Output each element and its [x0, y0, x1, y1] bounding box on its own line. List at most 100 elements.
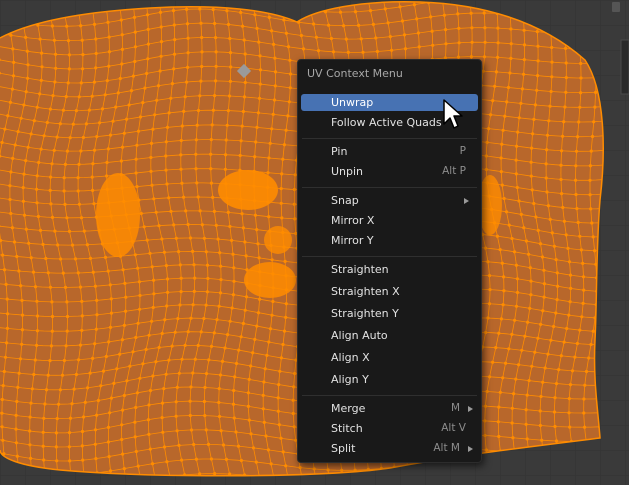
mesh-vertex — [172, 223, 176, 227]
mesh-vertex — [214, 223, 218, 227]
mesh-vertex — [55, 135, 59, 139]
mesh-vertex — [204, 428, 208, 432]
mesh-vertex — [206, 442, 211, 446]
menu-item-straighten-x[interactable]: Straighten X — [301, 283, 478, 300]
menu-item-stitch[interactable]: Stitch Alt V — [301, 420, 478, 437]
mesh-vertex — [125, 379, 129, 383]
mesh-vertex — [554, 311, 558, 315]
mesh-vertex — [186, 36, 190, 40]
mesh-vertex — [51, 94, 55, 98]
mesh-vertex — [244, 254, 248, 258]
mesh-vertex — [40, 65, 44, 69]
mesh-vertex — [488, 375, 492, 379]
mesh-vertex — [403, 47, 408, 51]
menu-item-straighten-y[interactable]: Straighten Y — [301, 305, 478, 322]
mesh-vertex — [536, 44, 540, 48]
menu-item-mirror-y[interactable]: Mirror Y — [301, 232, 478, 249]
mesh-vertex — [109, 297, 113, 301]
mesh-vertex — [213, 21, 217, 26]
menu-item-unpin[interactable]: Unpin Alt P — [301, 163, 478, 180]
mesh-vertex — [491, 99, 495, 103]
menu-item-merge[interactable]: Merge M — [301, 400, 478, 417]
mesh-vertex — [204, 250, 208, 254]
mesh-vertex — [24, 90, 28, 94]
mesh-vertex — [576, 135, 580, 139]
mesh-vertex — [353, 10, 358, 14]
mesh-vertex — [314, 35, 318, 39]
menu-item-align-y[interactable]: Align Y — [301, 371, 478, 388]
mesh-vertex — [255, 324, 259, 328]
mesh-vertex — [62, 189, 66, 193]
mesh-vertex — [517, 363, 521, 367]
mesh-vertex — [519, 212, 523, 216]
mesh-vertex — [165, 125, 170, 129]
mesh-vertex — [157, 345, 161, 350]
mesh-vertex — [240, 212, 244, 216]
mesh-vertex — [18, 357, 23, 361]
mesh-vertex — [205, 290, 209, 294]
menu-item-shortcut: Alt P — [442, 165, 466, 177]
mesh-vertex — [156, 84, 161, 88]
mesh-vertex — [588, 164, 593, 168]
mesh-vertex — [191, 249, 195, 253]
mesh-vertex — [164, 140, 168, 144]
mesh-vertex — [5, 297, 9, 301]
mesh-vertex — [227, 94, 232, 98]
mesh-vertex — [209, 457, 213, 461]
menu-item-label: Unwrap — [331, 96, 374, 109]
mesh-vertex — [536, 336, 540, 340]
mesh-vertex — [487, 302, 492, 306]
mesh-vertex — [487, 127, 491, 131]
menu-item-split[interactable]: Split Alt M — [301, 440, 478, 457]
mesh-vertex — [496, 41, 500, 45]
menu-item-align-x[interactable]: Align X — [301, 349, 478, 366]
mesh-vertex — [26, 145, 30, 149]
mesh-vertex — [152, 197, 156, 201]
mesh-vertex — [93, 442, 97, 446]
mesh-vertex — [265, 353, 269, 357]
mesh-vertex — [559, 177, 563, 182]
menu-item-label: Align X — [331, 351, 370, 364]
menu-item-mirror-x[interactable]: Mirror X — [301, 212, 478, 229]
mesh-vertex — [164, 154, 168, 158]
mesh-vertex — [111, 119, 115, 123]
mesh-vertex — [0, 425, 4, 429]
mesh-vertex — [243, 80, 247, 85]
mesh-vertex — [107, 35, 111, 39]
mesh-vertex — [179, 138, 183, 143]
menu-item-label: Snap — [331, 194, 359, 207]
menu-item-align-auto[interactable]: Align Auto — [301, 327, 478, 344]
mesh-vertex — [253, 13, 257, 17]
mesh-vertex — [241, 226, 245, 230]
mesh-vertex — [212, 331, 216, 335]
mesh-vertex — [529, 293, 533, 297]
mesh-vertex — [587, 356, 591, 360]
mesh-vertex — [496, 420, 500, 424]
mesh-vertex — [546, 352, 550, 356]
mesh-vertex — [493, 84, 497, 88]
mesh-vertex — [189, 428, 194, 432]
mesh-vertex — [549, 89, 553, 94]
mesh-vertex — [169, 96, 173, 100]
mesh-vertex — [53, 229, 57, 233]
mesh-vertex — [172, 52, 177, 56]
mesh-vertex — [68, 136, 72, 140]
mesh-vertex — [567, 260, 572, 264]
menu-item-snap[interactable]: Snap — [301, 192, 478, 209]
menu-item-straighten[interactable]: Straighten — [301, 261, 478, 278]
mesh-vertex — [109, 311, 113, 315]
mesh-vertex — [78, 285, 83, 289]
mesh-vertex — [226, 210, 230, 214]
menu-item-pin[interactable]: Pin P — [301, 143, 478, 160]
mesh-vertex — [566, 246, 570, 250]
mesh-vertex — [246, 391, 250, 395]
mesh-vertex — [65, 24, 69, 28]
mesh-vertex — [247, 418, 251, 422]
mesh-vertex — [281, 450, 285, 454]
mesh-vertex — [141, 362, 145, 366]
mesh-vertex — [91, 162, 95, 166]
mesh-vertex — [106, 425, 111, 429]
mesh-vertex — [146, 57, 150, 61]
mesh-vertex — [209, 181, 213, 185]
mesh-vertex — [41, 444, 45, 448]
